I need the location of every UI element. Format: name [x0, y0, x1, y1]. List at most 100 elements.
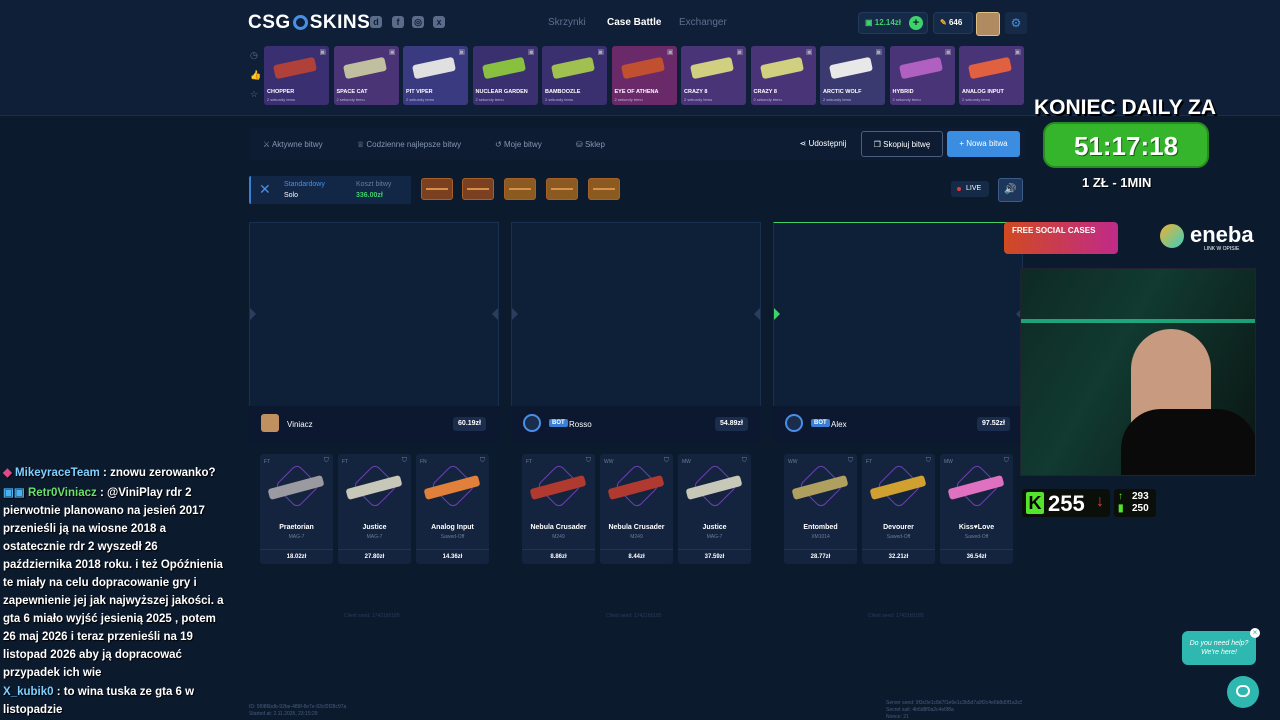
drop-time: 2 sekundy temu: [267, 97, 296, 102]
item-card[interactable]: FT ⛉ Devourer Sawed-Off 32.21zł: [862, 454, 935, 564]
drop-card[interactable]: ▣ HYBRID 2 sekundy temu: [889, 46, 955, 105]
chat-text: : znowu zerowanko?: [99, 467, 216, 479]
drop-time: 2 sekundy temu: [962, 97, 991, 102]
drop-card[interactable]: ▣ CRAZY 8 2 sekundy temu: [681, 46, 746, 105]
instagram-icon[interactable]: ◎: [412, 16, 424, 28]
drop-name: SPACE CAT: [336, 89, 368, 95]
clock-icon[interactable]: ◷: [250, 50, 258, 61]
cost-value: 336.00zł: [356, 192, 383, 199]
item-weapon: M249: [630, 534, 643, 540]
case-icon[interactable]: [504, 178, 536, 200]
shield-icon: ⛉: [479, 457, 485, 464]
arrow-left-icon: [774, 308, 780, 320]
arrow-left-icon: [250, 308, 256, 320]
drop-time: 2 sekundy temu: [336, 97, 365, 102]
drop-card[interactable]: ▣ BAMBOOZLE 2 sekundy temu: [542, 46, 607, 105]
nav-case-battle[interactable]: Case Battle: [607, 17, 661, 28]
twitter-icon[interactable]: x: [433, 16, 445, 28]
item-price: 27.80zł: [338, 549, 411, 560]
share-button[interactable]: ⋖ Udostępnij: [792, 131, 854, 157]
item-weapon: MAG-7: [288, 534, 305, 540]
drop-card[interactable]: ▣ ANALOG INPUT 2 sekundy temu: [959, 46, 1024, 105]
item-name: Justice: [702, 524, 727, 531]
case-mini-icon: ▣: [944, 49, 952, 56]
nav-skrzynki[interactable]: Skrzynki: [548, 17, 586, 28]
drop-card[interactable]: ▣ EYE OF ATHENA 2 sekundy temu: [611, 46, 677, 105]
item-card[interactable]: FT ⛉ Praetorian MAG-7 18.02zł: [260, 454, 333, 564]
chat-text: ich wie: [63, 667, 102, 679]
drop-name: NUCLEAR GARDEN: [475, 89, 528, 95]
history-icon: ↺: [495, 140, 504, 149]
user-avatar[interactable]: [976, 12, 1000, 36]
settings-gear-icon[interactable]: ⚙: [1005, 12, 1027, 34]
battle-toolbar: ⚔ Aktywne bitwy ♕ Codzienne najlepsze bi…: [249, 128, 1025, 160]
chat-message: ◆ MikeyraceTeam : znowu zerowanko?: [3, 464, 243, 482]
sound-toggle-button[interactable]: 🔊: [998, 178, 1023, 202]
player-avatar: [523, 414, 541, 432]
tab-aktywne-bitwy[interactable]: ⚔ Aktywne bitwy: [263, 140, 323, 149]
tab-codzienne[interactable]: ♕ Codzienne najlepsze bitwy: [357, 140, 461, 149]
case-mini-icon: ▣: [736, 49, 743, 56]
item-card[interactable]: WW ⛉ Nebula Crusader M249 8.44zł: [600, 454, 673, 564]
battle-id: ID: 5f086bdb-92be-489f-8e7e-93cf2f28c97a: [249, 704, 347, 710]
drop-time: 2 sekundy temu: [614, 97, 643, 102]
case-icon[interactable]: [421, 178, 453, 200]
drop-card[interactable]: ▣ ARCTIC WOLF 2 sekundy temu: [820, 46, 885, 105]
cart-icon: ⛁: [576, 140, 585, 149]
down-arrow-icon: ↓: [1096, 493, 1104, 510]
chat-button[interactable]: [1227, 676, 1259, 708]
item-name: Nebula Crusader: [530, 524, 587, 531]
drop-card[interactable]: ▣ CRAZY 8 2 sekundy temu: [750, 46, 816, 105]
weapon-image: [620, 56, 665, 80]
bot-badge: BOT: [811, 419, 830, 427]
item-condition: MW: [682, 459, 691, 465]
tab-sklep[interactable]: ⛁ Sklep: [576, 140, 605, 149]
star-icon[interactable]: ☆: [250, 89, 258, 100]
tab-moje-bitwy[interactable]: ↺ Moje bitwy: [495, 140, 542, 149]
case-mini-icon: ▣: [458, 49, 465, 56]
chat-badge-icon: ▣▣: [3, 487, 28, 499]
item-card[interactable]: MW ⛉ Kiss♥Love Sawed-Off 36.54zł: [940, 454, 1013, 564]
weapon-image: [273, 56, 317, 80]
case-icon[interactable]: [546, 178, 578, 200]
weapon-image: [481, 56, 526, 80]
case-mini-icon: ▣: [319, 49, 326, 56]
case-icon[interactable]: [462, 178, 494, 200]
case-icon[interactable]: [588, 178, 620, 200]
case-mini-icon: ▣: [805, 49, 813, 56]
case-mini-icon: ▣: [875, 49, 882, 56]
item-card[interactable]: MW ⛉ Justice MAG-7 37.59zł: [678, 454, 751, 564]
item-weapon: Sawed-Off: [886, 534, 911, 540]
help-bubble[interactable]: Do you need help? We're here!: [1182, 631, 1256, 665]
shield-icon: ⛉: [663, 457, 669, 464]
deposit-button[interactable]: +: [909, 16, 923, 30]
close-icon[interactable]: ×: [1250, 628, 1260, 638]
player-name: Rosso: [569, 420, 592, 429]
new-battle-button[interactable]: + Nowa bitwa: [947, 131, 1020, 157]
drop-card[interactable]: ▣ NUCLEAR GARDEN 2 sekundy temu: [472, 46, 538, 105]
points-box[interactable]: ✎ 646: [933, 12, 973, 34]
drop-card[interactable]: ▣ SPACE CAT 2 sekundy temu: [333, 46, 399, 105]
item-weapon: Sawed-Off: [440, 534, 465, 540]
copy-battle-button[interactable]: ❐ Skopiuj bitwę: [861, 131, 943, 157]
facebook-icon[interactable]: f: [392, 16, 404, 28]
secret-salt: Secret salt: 4b6d8f0a2c4e6f8a: [886, 707, 954, 713]
item-card[interactable]: FT ⛉ Nebula Crusader M249 8.86zł: [522, 454, 595, 564]
item-card[interactable]: WW ⛉ Entombed XM1014 28.77zł: [784, 454, 857, 564]
drop-name: CRAZY 8: [684, 89, 708, 95]
discord-icon[interactable]: d: [370, 16, 382, 28]
chat-message: X_kubik0 : to wina tuska ze gta 6 w list…: [3, 683, 203, 719]
thumbs-up-icon[interactable]: 👍: [250, 70, 261, 81]
balance-box[interactable]: ▣ 12.14zł +: [858, 12, 928, 34]
item-card[interactable]: FN ⛉ Analog Input Sawed-Off 14.36zł: [416, 454, 489, 564]
item-name: Praetorian: [279, 524, 314, 531]
drop-card[interactable]: ▣ CHOPPER 2 sekundy temu: [264, 46, 329, 105]
battle-started: Started at: 2.11.2025, 23:15:29: [249, 711, 318, 717]
wallet-icon: ▣: [865, 18, 875, 27]
site-logo[interactable]: CSG SKINS: [248, 12, 370, 34]
item-card[interactable]: FT ⛉ Justice MAG-7 27.80zł: [338, 454, 411, 564]
chat-username: X_kubik0: [3, 686, 54, 698]
drop-card[interactable]: ▣ PIT VIPER 2 sekundy temu: [403, 46, 468, 105]
shield-icon: ⛉: [585, 457, 591, 464]
nav-exchanger[interactable]: Exchanger: [679, 17, 727, 28]
